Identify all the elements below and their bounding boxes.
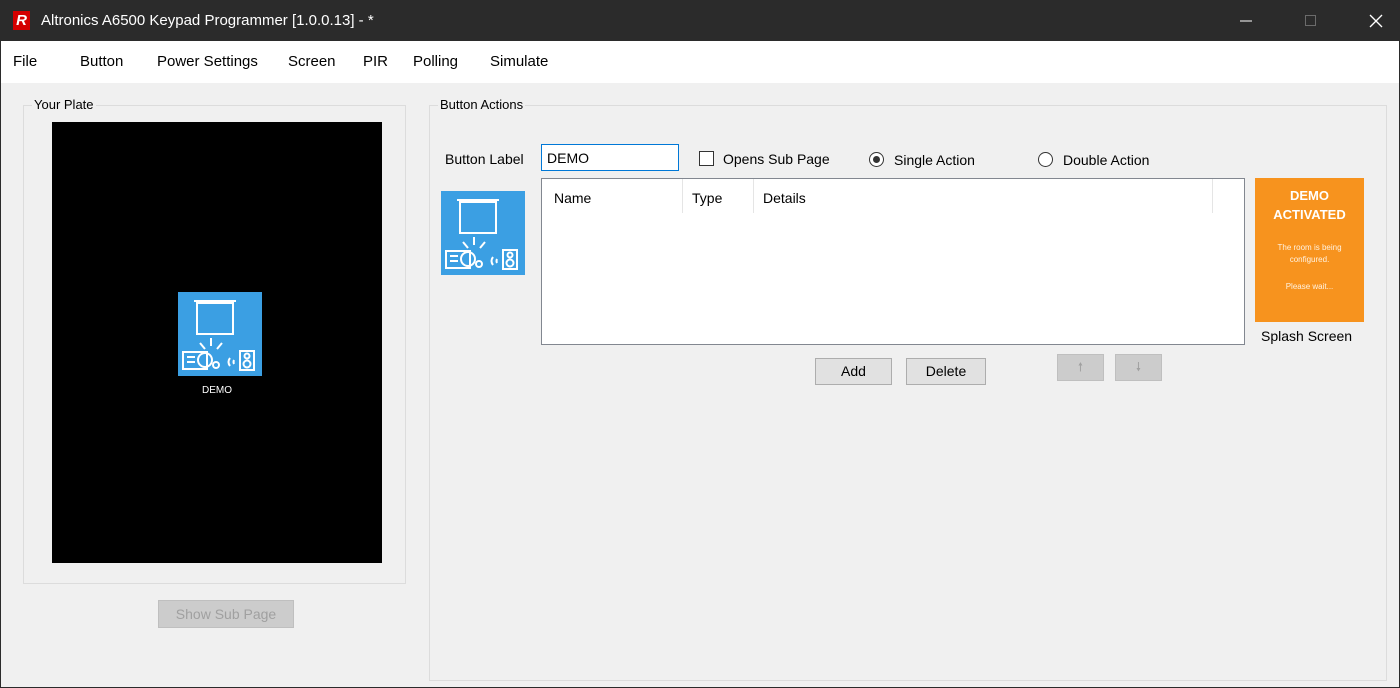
opens-sub-page-label[interactable]: Opens Sub Page bbox=[723, 151, 830, 167]
show-sub-page-button[interactable]: Show Sub Page bbox=[158, 600, 294, 628]
your-plate-title: Your Plate bbox=[32, 97, 96, 112]
projector-screen-speaker-icon bbox=[182, 300, 255, 371]
double-action-radio[interactable] bbox=[1038, 152, 1053, 167]
app-window: R Altronics A6500 Keypad Programmer [1.0… bbox=[0, 0, 1400, 688]
menu-simulate[interactable]: Simulate bbox=[490, 53, 548, 70]
splash-wait-text: Please wait... bbox=[1285, 282, 1334, 291]
menu-bar: File Button Power Settings Screen PIR Po… bbox=[1, 41, 1399, 83]
column-header-type[interactable]: Type bbox=[692, 190, 722, 206]
arrow-up-icon: 🠕 bbox=[1077, 360, 1084, 374]
menu-file[interactable]: File bbox=[13, 53, 37, 70]
button-actions-title: Button Actions bbox=[438, 97, 526, 112]
single-action-radio[interactable] bbox=[869, 152, 884, 167]
column-separator[interactable] bbox=[682, 179, 683, 213]
menu-button[interactable]: Button bbox=[80, 53, 123, 70]
button-icon-picker[interactable] bbox=[441, 191, 525, 275]
opens-sub-page-checkbox[interactable] bbox=[699, 151, 714, 166]
delete-button[interactable]: Delete bbox=[906, 358, 986, 385]
column-separator[interactable] bbox=[1212, 179, 1213, 213]
menu-screen[interactable]: Screen bbox=[288, 53, 336, 70]
minimize-button[interactable] bbox=[1223, 1, 1269, 41]
splash-title-line1: DEMO bbox=[1290, 188, 1329, 203]
menu-polling[interactable]: Polling bbox=[413, 53, 458, 70]
move-down-button[interactable]: 🠗 bbox=[1115, 354, 1162, 381]
splash-title-line2: ACTIVATED bbox=[1273, 207, 1346, 222]
projector-screen-speaker-icon bbox=[445, 199, 518, 270]
button-label-field[interactable] bbox=[541, 144, 679, 171]
splash-body-line1: The room is being bbox=[1277, 243, 1342, 252]
add-button[interactable]: Add bbox=[815, 358, 892, 385]
single-action-label[interactable]: Single Action bbox=[894, 152, 975, 168]
title-bar[interactable]: R Altronics A6500 Keypad Programmer [1.0… bbox=[1, 1, 1399, 41]
plate-button-label: DEMO bbox=[202, 385, 232, 396]
window-title: Altronics A6500 Keypad Programmer [1.0.0… bbox=[41, 12, 374, 29]
close-button[interactable] bbox=[1353, 1, 1399, 41]
arrow-down-icon: 🠗 bbox=[1135, 360, 1142, 374]
column-separator[interactable] bbox=[753, 179, 754, 213]
splash-body-line2: configured. bbox=[1289, 255, 1330, 264]
column-header-name[interactable]: Name bbox=[554, 190, 591, 206]
double-action-label[interactable]: Double Action bbox=[1063, 152, 1149, 168]
splash-screen-preview[interactable]: DEMO ACTIVATED The room is being configu… bbox=[1255, 178, 1364, 322]
move-up-button[interactable]: 🠕 bbox=[1057, 354, 1104, 381]
plate-demo-button[interactable] bbox=[178, 292, 262, 376]
minimize-icon bbox=[1240, 20, 1252, 22]
maximize-icon bbox=[1305, 15, 1316, 26]
button-label-caption: Button Label bbox=[445, 151, 524, 167]
menu-power-settings[interactable]: Power Settings bbox=[157, 53, 258, 70]
menu-pir[interactable]: PIR bbox=[363, 53, 388, 70]
maximize-button[interactable] bbox=[1288, 1, 1334, 41]
close-icon bbox=[1369, 14, 1383, 28]
actions-table[interactable]: Name Type Details bbox=[541, 178, 1245, 345]
column-header-details[interactable]: Details bbox=[763, 190, 806, 206]
radio-selected-dot bbox=[873, 156, 880, 163]
splash-screen-caption: Splash Screen bbox=[1261, 328, 1353, 344]
app-logo-icon: R bbox=[13, 11, 30, 30]
